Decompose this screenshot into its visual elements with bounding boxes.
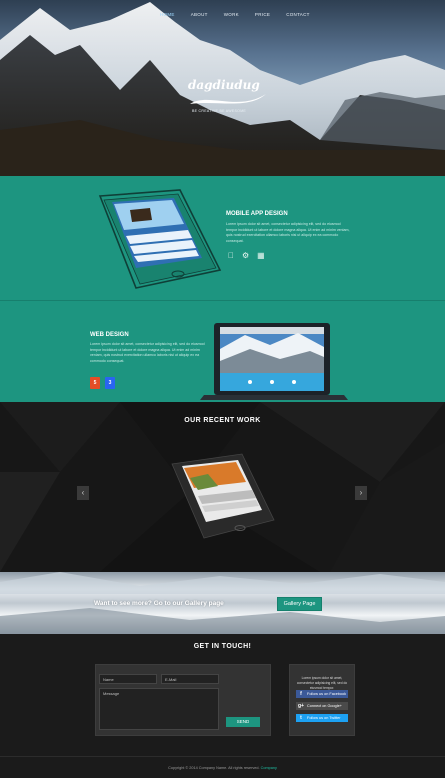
carousel-phone-image <box>171 453 275 539</box>
message-field[interactable]: Message <box>99 688 219 730</box>
twitter-icon: t <box>300 715 302 721</box>
social-panel <box>289 664 355 736</box>
name-field[interactable]: Name <box>99 674 157 684</box>
facebook-button-label: Follow us on Facebook <box>307 692 347 696</box>
web-design-title: WEB DESIGN <box>90 332 129 338</box>
copyright-label: Copyright © 2014 Company Name. All right… <box>168 766 260 770</box>
nav-item-contact[interactable]: CONTACT <box>286 12 310 17</box>
nav-item-about[interactable]: ABOUT <box>191 12 208 17</box>
android-icon: ⚙ <box>236 251 249 260</box>
twitter-button[interactable]: t Follow us on Twitter <box>296 714 348 722</box>
gallery-prompt-text: Want to see more? Go to our Gallery page <box>94 600 224 607</box>
logo-tagline: BE CREATIVE BE AWESOME <box>192 109 247 113</box>
css3-icon: 3 <box>105 377 115 389</box>
nav-item-work[interactable]: WORK <box>224 12 239 17</box>
google-plus-icon: g+ <box>298 703 304 709</box>
nav-item-home[interactable]: HOME <box>160 12 175 17</box>
recent-work-title: OUR RECENT WORK <box>184 417 261 424</box>
send-button[interactable]: SEND <box>226 717 260 727</box>
logo[interactable]: dagdiudug BE CREATIVE BE AWESOME <box>188 78 268 118</box>
gallery-page-button[interactable]: Gallery Page <box>277 597 322 611</box>
platform-icons:  ⚙ ▦ <box>228 251 265 260</box>
facebook-icon: f <box>300 691 302 697</box>
windows-icon: ▦ <box>251 251 265 260</box>
phone-mockup-image <box>98 189 222 289</box>
apple-icon:  <box>228 251 234 260</box>
carousel-next-button[interactable]: › <box>355 486 367 500</box>
tech-badges: 5 3 <box>90 377 115 389</box>
carousel-prev-button[interactable]: ‹ <box>77 486 89 500</box>
social-description: Lorem ipsum dolor sit amet, consectetur … <box>296 676 348 690</box>
google-plus-button[interactable]: g+ Connect on Google+ <box>296 702 348 710</box>
email-field[interactable]: E-Mail <box>161 674 219 684</box>
web-design-section: WEB DESIGN Lorem ipsum dolor sit amet, c… <box>0 300 445 402</box>
hero-section: HOME ABOUT WORK PRICE CONTACT dagdiudug … <box>0 0 445 176</box>
google-plus-button-label: Connect on Google+ <box>307 704 342 708</box>
footer-divider <box>0 756 445 757</box>
mobile-app-title: MOBILE APP DESIGN <box>226 211 288 217</box>
company-link[interactable]: Company <box>261 766 277 770</box>
nav-item-price[interactable]: PRICE <box>255 12 270 17</box>
web-design-description: Lorem ipsum dolor sit amet, consectetur … <box>90 342 205 363</box>
recent-work-section: OUR RECENT WORK ‹ › <box>0 402 445 572</box>
main-nav: HOME ABOUT WORK PRICE CONTACT <box>160 12 310 17</box>
copyright-text: Copyright © 2014 Company Name. All right… <box>0 766 445 770</box>
facebook-button[interactable]: f Follow us on Facebook <box>296 690 348 698</box>
twitter-button-label: Follow us on Twitter <box>307 716 341 720</box>
contact-title: GET IN TOUCH! <box>193 643 252 650</box>
laptop-mockup-image <box>200 323 348 400</box>
html5-icon: 5 <box>90 377 100 389</box>
mobile-app-description: Lorem ipsum dolor sit amet, consectetur … <box>226 222 350 243</box>
mobile-app-section: MOBILE APP DESIGN Lorem ipsum dolor sit … <box>0 176 445 300</box>
logo-swoosh-icon <box>190 94 266 104</box>
